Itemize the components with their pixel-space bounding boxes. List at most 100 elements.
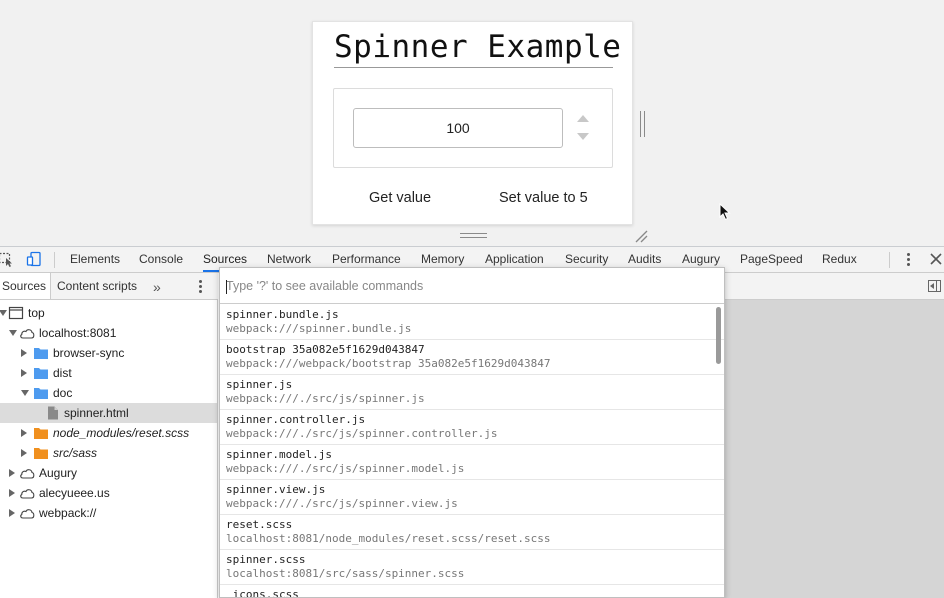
result-file-name: spinner.view.js: [226, 483, 326, 496]
collapsed-arrow-icon[interactable]: [21, 449, 27, 457]
cloud-icon: [20, 329, 35, 339]
tree-item[interactable]: webpack://: [0, 503, 217, 523]
spinner-card: Spinner Example Get value Set value to 5: [312, 21, 633, 225]
page-title: Spinner Example: [334, 28, 621, 68]
result-file-path: webpack:///./src/js/spinner.model.js: [226, 462, 465, 475]
result-file-path: webpack:///./src/js/spinner.js: [226, 392, 425, 405]
file-icon: [48, 406, 58, 420]
expanded-arrow-icon[interactable]: [21, 390, 29, 396]
tree-item[interactable]: localhost:8081: [0, 323, 217, 343]
cloud-icon: [20, 469, 35, 479]
viewport-height-resize-handle[interactable]: [460, 233, 487, 238]
expanded-arrow-icon[interactable]: [9, 330, 17, 336]
result-file-name: spinner.model.js: [226, 448, 332, 461]
text-caret: [226, 280, 227, 294]
palette-result-item[interactable]: spinner.view.js webpack:///./src/js/spinn…: [220, 480, 724, 515]
result-file-name: _icons.scss: [226, 588, 299, 598]
folder-icon: [34, 428, 48, 439]
collapsed-arrow-icon[interactable]: [9, 489, 15, 497]
tab-content-scripts[interactable]: Content scripts: [57, 273, 137, 299]
viewport-corner-resize-icon[interactable]: [634, 229, 648, 243]
expanded-arrow-icon[interactable]: [0, 310, 7, 316]
close-devtools-icon[interactable]: [929, 252, 943, 266]
tree-item-label: browser-sync: [53, 346, 125, 360]
tree-item[interactable]: alecyueee.us: [0, 483, 217, 503]
toggle-sidebar-icon[interactable]: [928, 280, 941, 292]
result-file-name: spinner.scss: [226, 553, 306, 566]
palette-result-item[interactable]: _icons.scss: [220, 585, 724, 598]
result-file-path: webpack:///spinner.bundle.js: [226, 322, 412, 335]
palette-result-item[interactable]: spinner.scss localhost:8081/src/sass/spin…: [220, 550, 724, 585]
spinner-up-arrow-icon[interactable]: [577, 115, 589, 122]
tree-item-label: spinner.html: [64, 406, 129, 420]
tree-item[interactable]: dist: [0, 363, 217, 383]
frame-icon: [8, 306, 24, 320]
result-file-name: bootstrap 35a082e5f1629d043847: [226, 343, 425, 356]
get-value-button[interactable]: Get value: [369, 190, 431, 206]
tab-sources[interactable]: Sources: [0, 273, 52, 299]
result-file-name: spinner.bundle.js: [226, 308, 339, 321]
toolbar-separator: [54, 252, 55, 268]
palette-result-item[interactable]: spinner.bundle.js webpack:///spinner.bund…: [220, 305, 724, 340]
devtools-menu-icon[interactable]: [905, 253, 911, 267]
tree-item-label: localhost:8081: [39, 326, 117, 340]
tab-console[interactable]: Console: [139, 247, 183, 272]
tree-item[interactable]: browser-sync: [0, 343, 217, 363]
folder-icon: [34, 388, 48, 399]
result-file-path: localhost:8081/node_modules/reset.scss/r…: [226, 532, 551, 545]
tree-item-label: doc: [53, 386, 73, 400]
command-palette-input[interactable]: [220, 268, 724, 304]
tree-item[interactable]: Augury: [0, 463, 217, 483]
spinner-down-arrow-icon[interactable]: [577, 133, 589, 140]
set-value-button[interactable]: Set value to 5: [499, 190, 588, 206]
collapsed-arrow-icon[interactable]: [9, 509, 15, 517]
collapsed-arrow-icon[interactable]: [21, 349, 27, 357]
tree-item[interactable]: top: [0, 303, 217, 323]
collapsed-arrow-icon[interactable]: [9, 469, 15, 477]
collapsed-arrow-icon[interactable]: [21, 369, 27, 377]
tree-item-label: dist: [53, 366, 72, 380]
toolbar-separator: [889, 252, 890, 268]
tree-item-label: alecyueee.us: [39, 486, 110, 500]
navigator-tabs: Sources Content scripts »: [0, 273, 218, 300]
result-file-name: spinner.controller.js: [226, 413, 366, 426]
palette-result-item[interactable]: spinner.controller.js webpack:///./src/js…: [220, 410, 724, 445]
palette-result-item[interactable]: spinner.model.js webpack:///./src/js/spin…: [220, 445, 724, 480]
result-file-name: reset.scss: [226, 518, 293, 531]
device-toolbar-icon[interactable]: [26, 251, 42, 267]
tree-item-label: webpack://: [39, 506, 97, 520]
tab-pagespeed[interactable]: PageSpeed: [740, 247, 803, 272]
results-scrollbar[interactable]: [716, 307, 721, 364]
page-viewport: Spinner Example Get value Set value to 5: [0, 0, 944, 246]
tab-elements[interactable]: Elements: [70, 247, 120, 272]
palette-result-item[interactable]: bootstrap 35a082e5f1629d043847 webpack://…: [220, 340, 724, 375]
more-tabs-icon[interactable]: »: [153, 279, 161, 295]
folder-icon: [34, 448, 48, 459]
tree-item[interactable]: node_modules/reset.scss: [0, 423, 217, 443]
folder-icon: [34, 348, 48, 359]
palette-result-item[interactable]: reset.scss localhost:8081/node_modules/re…: [220, 515, 724, 550]
result-file-path: webpack:///./src/js/spinner.view.js: [226, 497, 458, 510]
result-file-name: spinner.js: [226, 378, 293, 391]
command-palette: spinner.bundle.jswebpack:///spinner.bund…: [219, 267, 725, 598]
mouse-pointer-icon: [719, 203, 731, 221]
tree-item-label: Augury: [39, 466, 78, 480]
navigator-menu-icon[interactable]: [197, 280, 203, 294]
spinner-box: [333, 88, 613, 168]
folder-icon: [34, 368, 48, 379]
spinner-input[interactable]: [353, 108, 563, 148]
tree-item[interactable]: spinner.html: [0, 403, 217, 423]
result-file-path: webpack:///webpack/bootstrap 35a082e5f16…: [226, 357, 551, 370]
tree-item[interactable]: src/sass: [0, 443, 217, 463]
viewport-width-resize-handle[interactable]: [640, 111, 645, 137]
inspect-element-icon[interactable]: [0, 251, 14, 267]
tree-item-label: top: [28, 306, 45, 320]
result-file-path: webpack:///./src/js/spinner.controller.j…: [226, 427, 498, 440]
tree-item[interactable]: doc: [0, 383, 217, 403]
tab-redux[interactable]: Redux: [822, 247, 857, 272]
sources-navigator: Sources Content scripts » top localhost:8…: [0, 273, 218, 598]
collapsed-arrow-icon[interactable]: [21, 429, 27, 437]
tree-item-label: node_modules/reset.scss: [53, 426, 190, 440]
palette-result-item[interactable]: spinner.js webpack:///./src/js/spinner.js: [220, 375, 724, 410]
tree-item-label: src/sass: [53, 446, 98, 460]
